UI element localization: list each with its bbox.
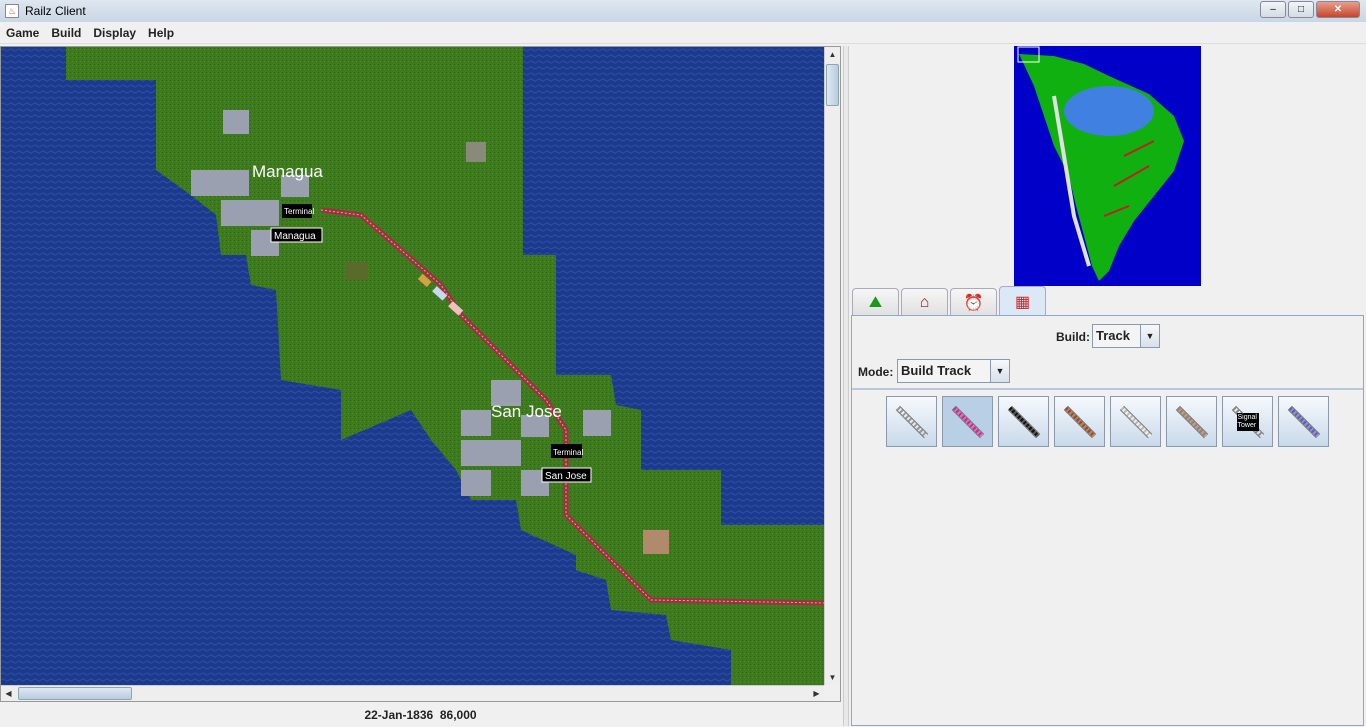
city-name-managua: Managua <box>252 162 323 181</box>
title-bar: ♨ Railz Client – □ ✕ <box>0 0 1366 22</box>
bridge-icon <box>1119 405 1152 438</box>
split-pane-divider[interactable] <box>843 46 849 726</box>
electric-track-icon <box>951 405 984 438</box>
vertical-scrollbar[interactable]: ▲ ▼ <box>824 47 840 685</box>
money: 86,000 <box>439 708 477 722</box>
scroll-up-arrow-icon[interactable]: ▲ <box>825 47 840 62</box>
vertical-scroll-thumb[interactable] <box>826 64 839 106</box>
tab-alarm[interactable]: ⏰ <box>950 288 997 316</box>
build-type-select[interactable]: Track ▼ <box>1092 324 1160 348</box>
tool-double-track[interactable] <box>998 396 1049 447</box>
tab-station-info[interactable]: ⌂ <box>901 288 948 316</box>
double-electric-track-icon <box>1287 405 1320 438</box>
station-type-managua: Terminal <box>284 207 314 216</box>
station-name-managua[interactable]: Managua <box>274 231 316 242</box>
alarm-clock-icon: ⏰ <box>963 294 984 312</box>
menu-game[interactable]: Game <box>0 26 45 40</box>
viaduct-icon <box>1063 405 1096 438</box>
tunnel-icon <box>1175 405 1208 438</box>
station-type-san-jose: Terminal <box>553 448 583 457</box>
game-date: 22-Jan-1836 <box>364 708 434 722</box>
window-title: Railz Client <box>25 4 86 18</box>
city-name-san-jose: San Jose <box>491 402 562 421</box>
build-brick-icon: ▦ <box>1014 293 1031 311</box>
maximize-button[interactable]: □ <box>1288 1 1314 18</box>
build-panel: Build: Track ▼ Mode: Build Track ▼ Signa… <box>851 315 1364 726</box>
tab-terrain-info[interactable]: ⛰ <box>852 288 899 316</box>
minimap[interactable] <box>1014 46 1201 286</box>
signal-tower-label: Signal Tower <box>1236 412 1259 431</box>
minimize-button[interactable]: – <box>1260 1 1286 18</box>
tool-viaduct[interactable] <box>1054 396 1105 447</box>
station-name-san-jose[interactable]: San Jose <box>545 471 587 482</box>
close-button[interactable]: ✕ <box>1316 1 1360 18</box>
track-icon <box>895 405 928 438</box>
minimap-lake <box>1064 86 1154 136</box>
tool-standard-track[interactable] <box>886 396 937 447</box>
tool-double-electric-track[interactable] <box>1278 396 1329 447</box>
status-bar: 22-Jan-1836 86,000 <box>0 704 841 726</box>
mode-select[interactable]: Build Track ▼ <box>897 359 1010 383</box>
game-map[interactable]: Managua San Jose Terminal Managua Termin… <box>1 47 824 685</box>
scroll-left-arrow-icon[interactable]: ◀ <box>1 686 16 701</box>
station-info-icon: ⌂ <box>919 293 930 311</box>
tool-palette: Signal Tower <box>852 388 1363 458</box>
tool-signal-tower[interactable]: Signal Tower <box>1222 396 1273 447</box>
menu-build[interactable]: Build <box>45 26 87 40</box>
java-app-icon: ♨ <box>5 4 19 18</box>
menu-display[interactable]: Display <box>87 26 142 40</box>
map-view: Managua San Jose Terminal Managua Termin… <box>0 46 841 702</box>
tab-build[interactable]: ▦ <box>999 286 1046 316</box>
chevron-down-icon[interactable]: ▼ <box>1140 325 1159 347</box>
mode-label: Mode: <box>858 365 894 379</box>
horizontal-scroll-thumb[interactable] <box>18 687 132 700</box>
build-type-value: Track <box>1096 328 1130 343</box>
menu-help[interactable]: Help <box>142 26 180 40</box>
tool-steel-bridge[interactable] <box>1110 396 1161 447</box>
mode-value: Build Track <box>901 363 972 378</box>
build-label: Build: <box>1056 330 1090 344</box>
scroll-right-arrow-icon[interactable]: ▶ <box>809 686 824 701</box>
menu-bar: Game Build Display Help <box>0 22 1366 44</box>
tool-tunnel[interactable] <box>1166 396 1217 447</box>
horizontal-scrollbar[interactable]: ◀ ▶ <box>1 685 824 701</box>
terrain-info-icon: ⛰ <box>868 293 883 311</box>
scroll-down-arrow-icon[interactable]: ▼ <box>825 670 840 685</box>
side-panel: ⛰ ⌂ ⏰ ▦ Build: Track ▼ Mode: Build Track… <box>850 46 1366 727</box>
chevron-down-icon[interactable]: ▼ <box>990 360 1009 382</box>
double-track-icon <box>1007 405 1040 438</box>
tool-electric-track[interactable] <box>942 396 993 447</box>
